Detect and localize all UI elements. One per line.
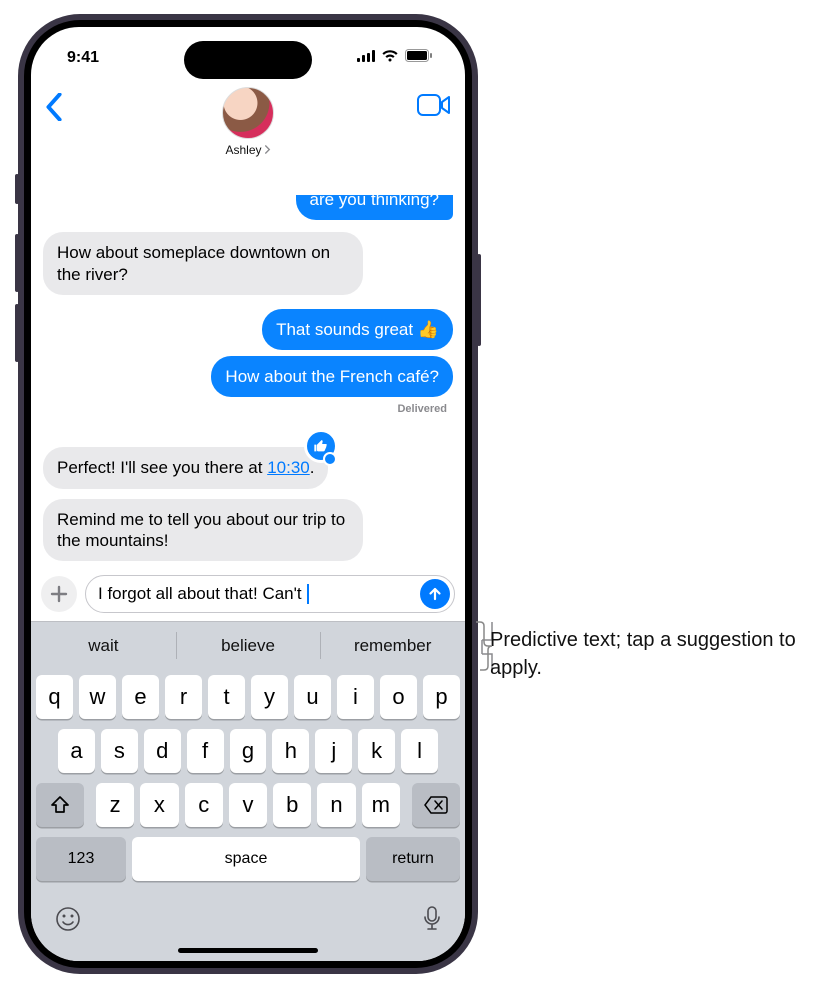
contact-header[interactable]: Ashley	[222, 87, 274, 157]
wifi-icon	[381, 49, 399, 67]
status-time: 9:41	[67, 49, 99, 67]
key-w[interactable]: w	[79, 675, 116, 719]
message-sent[interactable]: are you thinking?	[296, 195, 453, 220]
key-z[interactable]: z	[96, 783, 134, 827]
key-v[interactable]: v	[229, 783, 267, 827]
send-button[interactable]	[420, 579, 450, 609]
delivered-label: Delivered	[397, 403, 447, 415]
dictation-key[interactable]	[422, 905, 442, 938]
keyboard-row: qwertyuiop	[36, 675, 460, 719]
facetime-button[interactable]	[417, 83, 451, 122]
key-q[interactable]: q	[36, 675, 73, 719]
key-j[interactable]: j	[315, 729, 352, 773]
chevron-right-icon	[264, 143, 271, 157]
message-received[interactable]: Perfect! I'll see you there at 10:30.	[43, 447, 328, 488]
key-c[interactable]: c	[185, 783, 223, 827]
keyboard-row: zxcvbnm	[36, 783, 460, 827]
callout-text: Predictive text; tap a suggestion to app…	[490, 626, 800, 682]
battery-icon	[405, 49, 433, 67]
numbers-key[interactable]: 123	[36, 837, 126, 881]
delete-key[interactable]	[412, 783, 460, 827]
message-received[interactable]: How about someplace downtown on the rive…	[43, 232, 363, 295]
emoji-key[interactable]	[54, 905, 82, 938]
key-g[interactable]: g	[230, 729, 267, 773]
nav-bar: Ashley	[31, 83, 465, 195]
message-sent[interactable]: How about the French café?	[211, 356, 453, 397]
key-y[interactable]: y	[251, 675, 288, 719]
key-r[interactable]: r	[165, 675, 202, 719]
key-f[interactable]: f	[187, 729, 224, 773]
key-b[interactable]: b	[273, 783, 311, 827]
contact-name: Ashley	[225, 143, 261, 157]
key-o[interactable]: o	[380, 675, 417, 719]
back-button[interactable]	[45, 83, 63, 126]
key-d[interactable]: d	[144, 729, 181, 773]
key-t[interactable]: t	[208, 675, 245, 719]
predictive-bar: wait believe remember	[31, 621, 465, 669]
key-x[interactable]: x	[140, 783, 178, 827]
message-input[interactable]: I forgot all about that! Can't	[85, 575, 455, 613]
key-h[interactable]: h	[272, 729, 309, 773]
key-i[interactable]: i	[337, 675, 374, 719]
keyboard: qwertyuiop asdfghjkl zxcvbnm 123 space r…	[31, 669, 465, 961]
key-m[interactable]: m	[362, 783, 400, 827]
message-thread[interactable]: are you thinking? How about someplace do…	[31, 195, 465, 569]
key-s[interactable]: s	[101, 729, 138, 773]
cellular-icon	[357, 49, 375, 67]
key-e[interactable]: e	[122, 675, 159, 719]
predictive-suggestion[interactable]: believe	[176, 622, 321, 669]
compose-bar: I forgot all about that! Can't	[31, 569, 465, 621]
predictive-suggestion[interactable]: wait	[31, 622, 176, 669]
message-sent[interactable]: That sounds great 👍	[262, 309, 453, 350]
keyboard-row: asdfghjkl	[36, 729, 460, 773]
message-received[interactable]: Remind me to tell you about our trip to …	[43, 499, 363, 562]
tapback-thumbs-up[interactable]	[304, 429, 338, 463]
home-indicator[interactable]	[178, 948, 318, 953]
shift-key[interactable]	[36, 783, 84, 827]
key-p[interactable]: p	[423, 675, 460, 719]
space-key[interactable]: space	[132, 837, 360, 881]
predictive-suggestion[interactable]: remember	[320, 622, 465, 669]
dynamic-island	[184, 41, 312, 79]
return-key[interactable]: return	[366, 837, 460, 881]
key-n[interactable]: n	[317, 783, 355, 827]
avatar	[222, 87, 274, 139]
callout-bracket-main	[476, 620, 496, 672]
time-link[interactable]: 10:30	[267, 458, 310, 477]
key-a[interactable]: a	[58, 729, 95, 773]
key-u[interactable]: u	[294, 675, 331, 719]
keyboard-row: 123 space return	[36, 837, 460, 881]
key-l[interactable]: l	[401, 729, 438, 773]
key-k[interactable]: k	[358, 729, 395, 773]
plus-button[interactable]	[41, 576, 77, 612]
